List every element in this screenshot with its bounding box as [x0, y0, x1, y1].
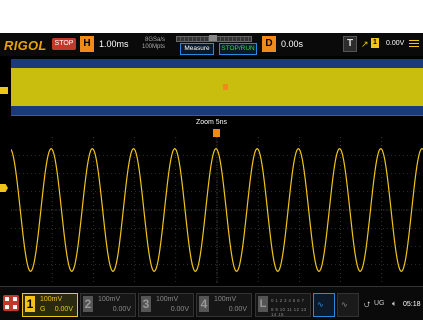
overview-window[interactable]	[11, 59, 423, 116]
channel3-scale: 100mV	[156, 296, 179, 303]
sample-rate: 8GSa/s	[145, 37, 166, 43]
channel1-box[interactable]: 1 100mV G 0.00V	[22, 293, 78, 317]
channel2-scale: 100mV	[98, 296, 121, 303]
reference-wave-icon: ∿	[341, 300, 348, 309]
logic-key: L	[258, 296, 268, 312]
channel1-offset-marker-icon[interactable]	[0, 184, 8, 192]
zoom-timebase-label: Zoom 5ns	[195, 119, 228, 126]
trigger-source-badge[interactable]: 1	[371, 38, 379, 48]
oscilloscope-screen: RIGOL STOP H 1.00ms 8GSa/s 100Mpts Measu…	[0, 33, 423, 320]
bottom-channel-bar: 1 100mV G 0.00V 2 100mV 0.00V 3 100mV 0.…	[0, 286, 423, 320]
channel1-scale: 100mV	[40, 296, 63, 303]
math-wave-icon: ∿	[317, 300, 324, 309]
math-button[interactable]: ∿	[313, 293, 335, 317]
horizontal-key[interactable]: H	[80, 36, 94, 52]
reference-button[interactable]: ∿	[337, 293, 359, 317]
logic-digits-high: 8 9 10 11 12 13 14 15	[271, 307, 307, 317]
menu-icon[interactable]	[409, 38, 419, 50]
trigger-level[interactable]: 0.00V	[386, 40, 404, 47]
usb-icon: ⮍	[364, 300, 371, 309]
measure-button[interactable]: Measure	[180, 43, 214, 55]
logic-digits-low: 0 1 2 3 4 5 6 7	[271, 298, 305, 303]
overview-waveform	[11, 68, 423, 106]
timebase-value[interactable]: 1.00ms	[99, 39, 129, 49]
run-state-badge[interactable]: STOP	[52, 38, 76, 50]
speaker-icon[interactable]: 🔈︎	[392, 299, 397, 309]
channel2-offset: 0.00V	[112, 306, 131, 313]
stop-run-button[interactable]: STOP/RUN	[219, 43, 257, 55]
channel4-number: 4	[199, 296, 209, 312]
channel1-number: 1	[25, 296, 35, 312]
delay-key[interactable]: D	[262, 36, 276, 52]
top-status-bar: RIGOL STOP H 1.00ms 8GSa/s 100Mpts Measu…	[0, 33, 423, 56]
memory-window-indicator[interactable]	[209, 35, 217, 41]
channel2-number: 2	[83, 296, 93, 312]
overview-channel1-marker-icon	[0, 87, 8, 94]
logic-analyzer-box[interactable]: L 0 1 2 3 4 5 6 7 8 9 10 11 12 13 14 15	[255, 293, 311, 317]
waveform-grid[interactable]	[11, 137, 423, 283]
channel2-box[interactable]: 2 100mV 0.00V	[80, 293, 136, 317]
brand-logo: RIGOL	[4, 38, 47, 53]
channel1-offset: 0.00V	[54, 306, 73, 313]
channel3-box[interactable]: 3 100mV 0.00V	[138, 293, 194, 317]
channel4-offset: 0.00V	[228, 306, 247, 313]
channel1-coupling: G	[40, 306, 46, 313]
clock-time: 05:18	[403, 301, 421, 308]
memory-depth: 100Mpts	[142, 44, 166, 50]
trigger-key[interactable]: T	[343, 36, 357, 52]
acquisition-info: 8GSa/s 100Mpts	[142, 37, 165, 51]
delay-value[interactable]: 0.00s	[281, 39, 303, 49]
channel3-offset: 0.00V	[170, 306, 189, 313]
zoom-trigger-position-icon[interactable]	[213, 129, 220, 137]
overview-trigger-position-icon	[223, 84, 228, 90]
app-launcher-icon[interactable]	[3, 295, 19, 311]
channel3-number: 3	[141, 296, 151, 312]
usb-label: UG	[374, 300, 385, 307]
trigger-edge-icon: ↗	[361, 39, 369, 49]
channel4-scale: 100mV	[214, 296, 237, 303]
channel4-box[interactable]: 4 100mV 0.00V	[196, 293, 252, 317]
